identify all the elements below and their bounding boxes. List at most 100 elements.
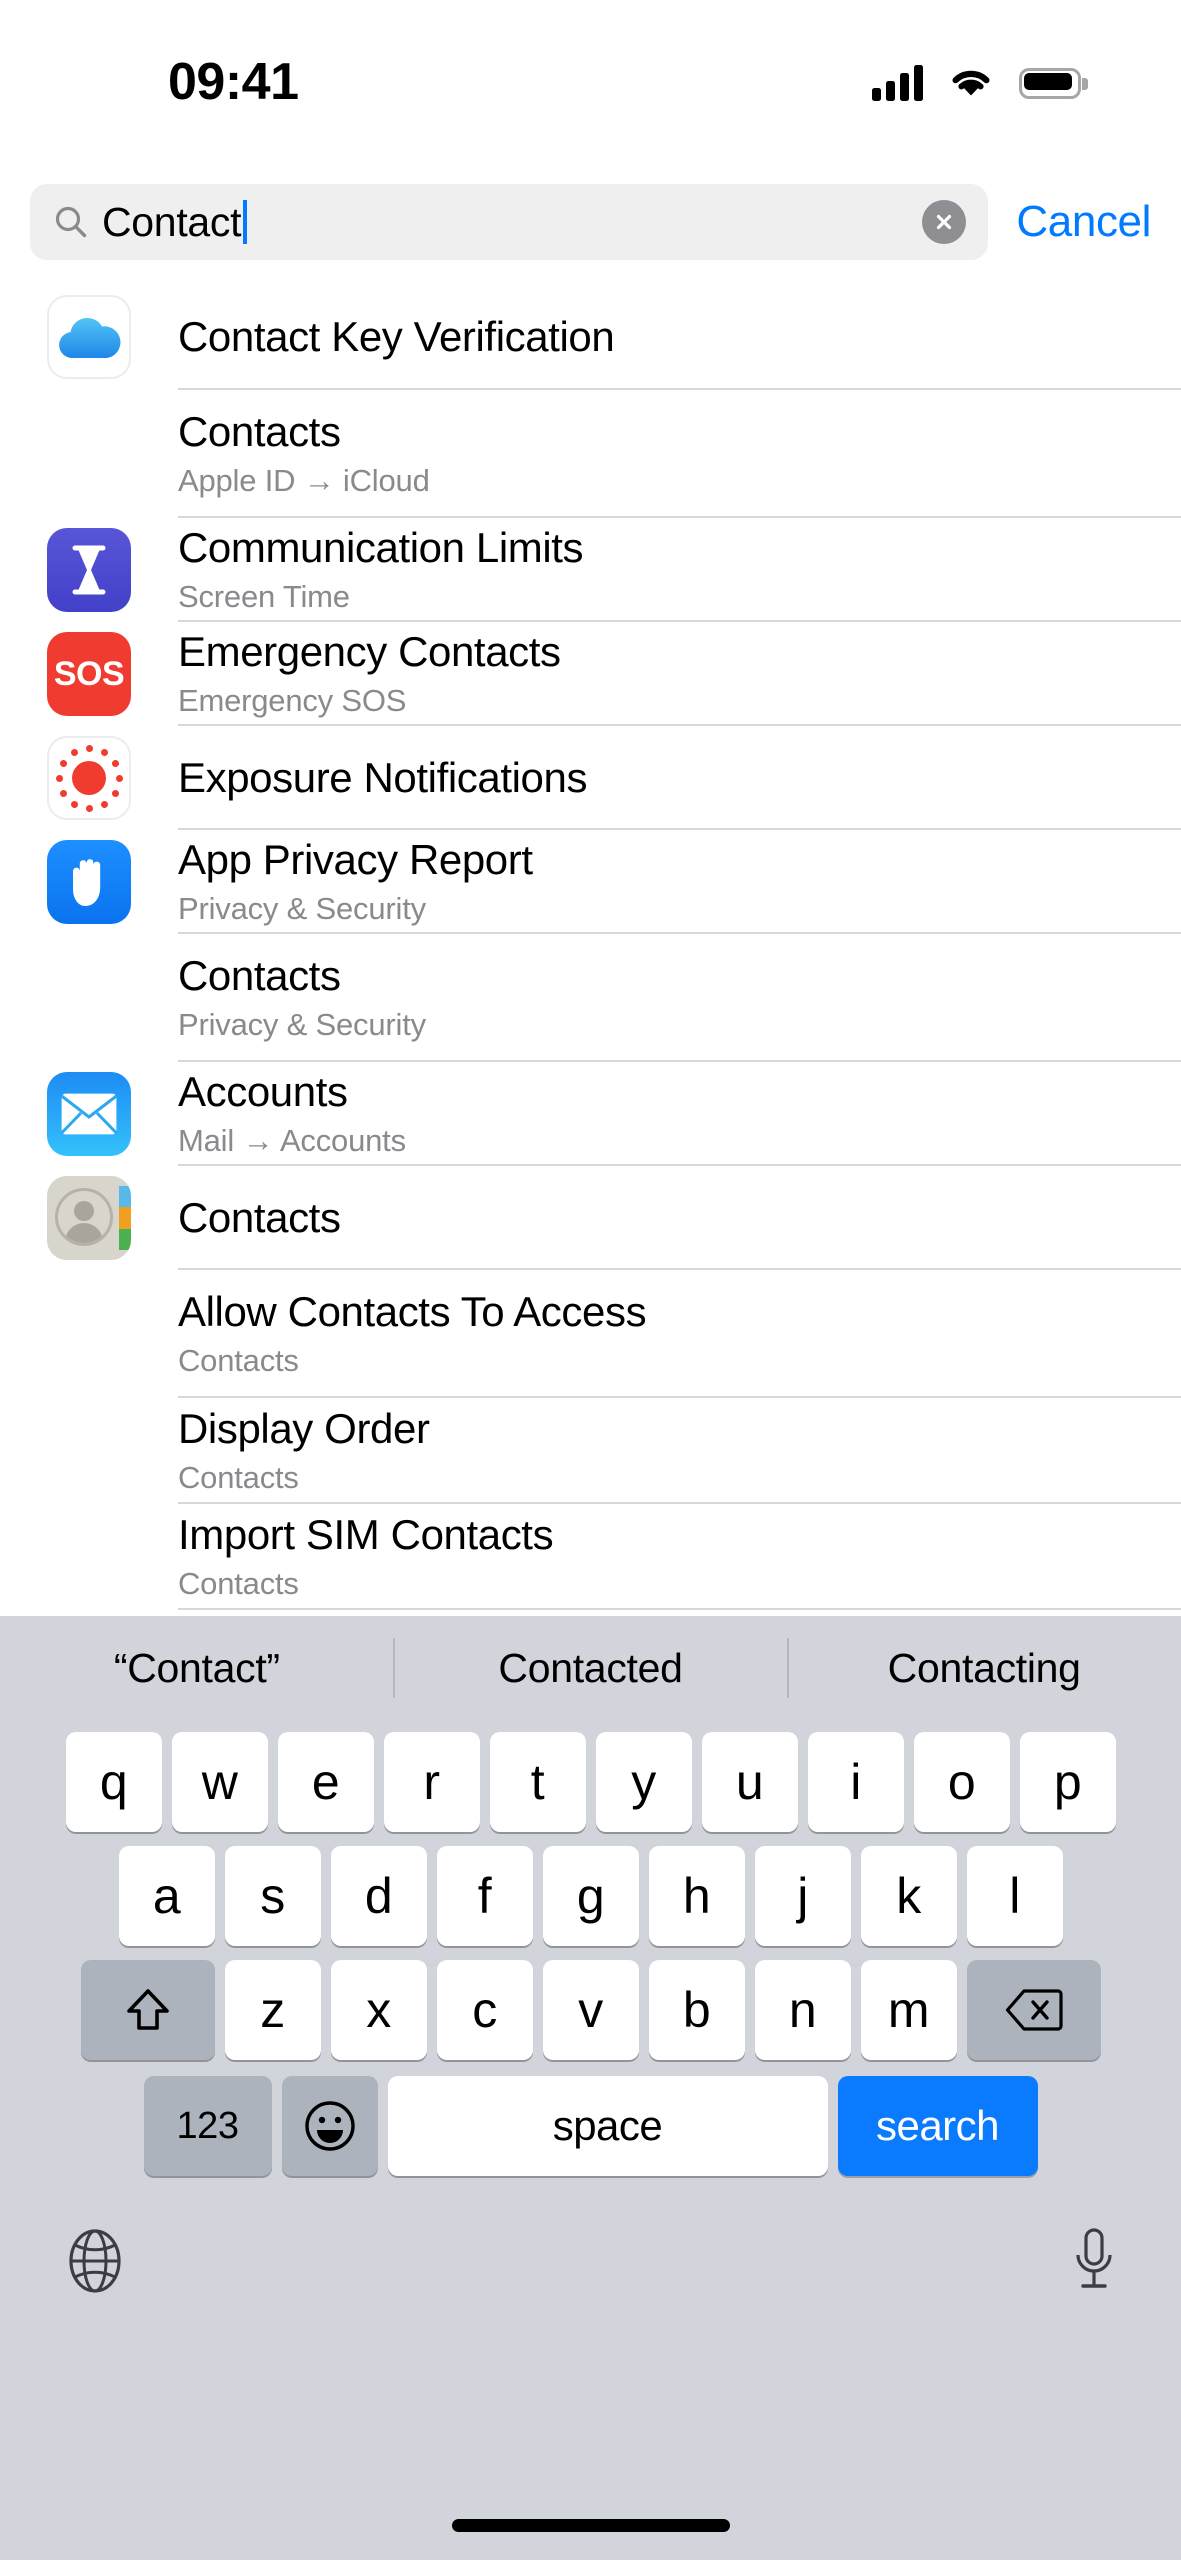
key-z[interactable]: z (224, 1960, 321, 2060)
key-d[interactable]: d (330, 1846, 427, 1946)
sos-icon: SOS (47, 632, 131, 716)
keyboard-row-1: q w e r t y u i o p (0, 1732, 1181, 1832)
key-f[interactable]: f (436, 1846, 533, 1946)
globe-icon[interactable] (62, 2228, 128, 2294)
key-g[interactable]: g (542, 1846, 639, 1946)
prediction-0[interactable]: “Contact” (0, 1645, 394, 1692)
key-w[interactable]: w (171, 1732, 268, 1832)
search-return-key[interactable]: search (837, 2076, 1038, 2176)
row-subtitle: Privacy & Security (178, 891, 426, 927)
numbers-key[interactable]: 123 (143, 2076, 272, 2176)
table-row[interactable]: SOS Emergency Contacts Emergency SOS (0, 622, 1181, 726)
key-j[interactable]: j (754, 1846, 851, 1946)
cellular-bars-icon (872, 65, 923, 101)
key-k[interactable]: k (860, 1846, 957, 1946)
row-title: Contacts (178, 1194, 341, 1242)
table-row[interactable]: Accounts Mail → Accounts (0, 1062, 1181, 1166)
battery-full-icon (1019, 67, 1088, 99)
table-row[interactable]: Allow Contacts To Access Contacts (0, 1270, 1181, 1398)
row-title: Contact Key Verification (178, 313, 615, 361)
keyboard-row-4: 123 space search (0, 2076, 1181, 2176)
table-row[interactable]: Contacts (0, 1166, 1181, 1270)
row-subtitle: Privacy & Security (178, 1007, 426, 1043)
status-bar: 09:41 (0, 0, 1181, 150)
row-title: Contacts (178, 408, 341, 456)
table-row[interactable]: Contact Key Verification (0, 284, 1181, 390)
row-text: Exposure Notifications (178, 754, 1181, 801)
key-a[interactable]: a (118, 1846, 215, 1946)
row-text: Emergency Contacts Emergency SOS (178, 628, 1181, 719)
row-title: Import SIM Contacts (178, 1511, 554, 1559)
row-text: Allow Contacts To Access Contacts (178, 1288, 1181, 1379)
prediction-divider (787, 1638, 789, 1698)
table-row[interactable]: Communication Limits Screen Time (0, 518, 1181, 622)
key-e[interactable]: e (277, 1732, 374, 1832)
table-row[interactable]: Import SIM Contacts Contacts (0, 1504, 1181, 1610)
row-subtitle: Contacts (178, 1460, 299, 1496)
icloud-icon (47, 295, 131, 379)
row-text: Contacts (178, 1194, 1181, 1241)
row-text: Contacts Apple ID → iCloud (178, 408, 1181, 499)
space-key[interactable]: space (387, 2076, 828, 2176)
key-r[interactable]: r (383, 1732, 480, 1832)
row-subtitle: Screen Time (178, 579, 350, 615)
table-row[interactable]: App Privacy Report Privacy & Security (0, 830, 1181, 934)
privacy-hand-icon (47, 840, 131, 924)
key-o[interactable]: o (913, 1732, 1010, 1832)
row-subtitle: Apple ID → iCloud (178, 463, 430, 499)
key-s[interactable]: s (224, 1846, 321, 1946)
key-y[interactable]: y (595, 1732, 692, 1832)
key-h[interactable]: h (648, 1846, 745, 1946)
keyboard-bottom-bar (0, 2186, 1181, 2336)
key-q[interactable]: q (65, 1732, 162, 1832)
onscreen-keyboard: “Contact” Contacted Contacting q w e r t… (0, 1616, 1181, 2560)
backspace-icon (1005, 1989, 1063, 2031)
table-row[interactable]: Display Order Contacts (0, 1398, 1181, 1504)
row-title: Contacts (178, 952, 341, 1000)
row-title: App Privacy Report (178, 836, 533, 884)
emoji-smiley-icon (304, 2101, 355, 2151)
screentime-icon (47, 528, 131, 612)
row-title: Accounts (178, 1068, 348, 1116)
key-x[interactable]: x (330, 1960, 427, 2060)
prediction-2[interactable]: Contacting (787, 1645, 1181, 1692)
row-icon (0, 736, 178, 820)
row-text: Contacts Privacy & Security (178, 952, 1181, 1043)
row-icon (0, 1072, 178, 1156)
search-results-list[interactable]: Contact Key Verification Contacts Apple … (0, 284, 1181, 1622)
row-text: Contact Key Verification (178, 313, 1181, 360)
key-c[interactable]: c (436, 1960, 533, 2060)
row-icon: SOS (0, 632, 178, 716)
prediction-1[interactable]: Contacted (394, 1645, 788, 1692)
key-m[interactable]: m (860, 1960, 957, 2060)
clear-circle-icon (937, 214, 952, 230)
row-title: Allow Contacts To Access (178, 1288, 647, 1336)
row-icon (0, 840, 178, 924)
key-b[interactable]: b (648, 1960, 745, 2060)
search-icon (55, 206, 87, 238)
table-row[interactable]: Exposure Notifications (0, 726, 1181, 830)
row-icon (0, 1176, 178, 1260)
shift-key[interactable] (80, 1960, 215, 2060)
key-l[interactable]: l (966, 1846, 1063, 1946)
table-row[interactable]: Contacts Apple ID → iCloud (0, 390, 1181, 518)
row-text: App Privacy Report Privacy & Security (178, 836, 1181, 927)
key-t[interactable]: t (489, 1732, 586, 1832)
status-bar-time: 09:41 (168, 53, 299, 111)
home-indicator (451, 2519, 730, 2532)
key-u[interactable]: u (701, 1732, 798, 1832)
table-row[interactable]: Contacts Privacy & Security (0, 934, 1181, 1062)
backspace-key[interactable] (966, 1960, 1101, 2060)
key-n[interactable]: n (754, 1960, 851, 2060)
wifi-icon (952, 70, 990, 96)
key-i[interactable]: i (807, 1732, 904, 1832)
cancel-button[interactable]: Cancel (1016, 197, 1151, 247)
mail-icon (47, 1072, 131, 1156)
key-v[interactable]: v (542, 1960, 639, 2060)
microphone-icon[interactable] (1069, 2225, 1119, 2297)
search-input[interactable]: Contact (30, 184, 989, 260)
key-p[interactable]: p (1019, 1732, 1116, 1832)
clear-search-button[interactable] (922, 200, 967, 244)
emoji-key[interactable] (281, 2076, 378, 2176)
text-caret (243, 200, 248, 244)
